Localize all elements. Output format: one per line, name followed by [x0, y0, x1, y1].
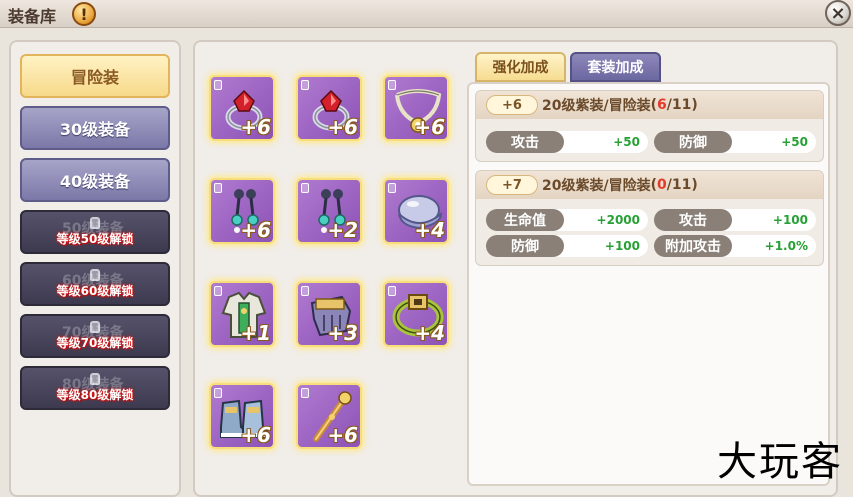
stat-name: 攻击	[486, 131, 564, 153]
equipment-slot[interactable]: +3	[296, 281, 362, 347]
stat-value: +50	[781, 135, 808, 149]
category-level-60-locked[interactable]: 60级装备 等级60级解锁	[20, 262, 170, 306]
bonus-count: 6	[657, 97, 667, 113]
tab-label: 强化加成	[492, 60, 549, 76]
bonus-plus: +6	[486, 95, 538, 115]
info-icon[interactable]: !	[72, 2, 96, 26]
category-label: 60级装备	[62, 273, 124, 289]
category-level-80-locked[interactable]: 80级装备 等级80级解锁	[20, 366, 170, 410]
stat-value: +2000	[596, 213, 640, 227]
equipment-slot[interactable]: +6	[209, 75, 275, 141]
bonus-header: +6 20级紫装/冒险装 ( 6 /11)	[476, 91, 823, 119]
equipment-slot[interactable]: +6	[383, 75, 449, 141]
category-label: 70级装备	[62, 325, 124, 341]
bonus-label: 20级紫装/冒险装	[542, 178, 651, 194]
stat-row: 附加攻击 +1.0%	[654, 235, 816, 257]
category-level-40[interactable]: 40级装备	[20, 158, 170, 202]
equipment-slot[interactable]: +2	[296, 178, 362, 244]
category-label: 冒险装	[70, 68, 119, 87]
category-adventure[interactable]: 冒险装	[20, 54, 170, 98]
bonus-count: 0	[657, 177, 667, 193]
category-level-50-locked[interactable]: 50级装备 等级50级解锁	[20, 210, 170, 254]
enhance-level: +1	[240, 321, 271, 345]
bonus-area: +6 20级紫装/冒险装 ( 6 /11) 攻击 +50 防御 +50 +7 2…	[467, 82, 830, 486]
bonus-header: +7 20级紫装/冒险装 ( 0 /11)	[476, 171, 823, 199]
enhance-level: +6	[240, 423, 271, 447]
bonus-count-total: /11)	[666, 177, 698, 193]
stat-row: 防御 +50	[654, 131, 816, 153]
equipment-slot[interactable]: +6	[209, 383, 275, 449]
stat-row: 攻击 +100	[654, 209, 816, 231]
stat-row: 防御 +100	[486, 235, 648, 257]
category-label: 50级装备	[62, 221, 124, 237]
enhance-level: +6	[240, 115, 271, 139]
enhance-level: +6	[240, 218, 271, 242]
stat-name: 攻击	[654, 209, 732, 231]
stat-value: +50	[613, 135, 640, 149]
stat-name: 防御	[486, 235, 564, 257]
equipment-slot[interactable]: +1	[209, 281, 275, 347]
enhance-level: +2	[327, 218, 358, 242]
equipment-slot[interactable]: +4	[383, 281, 449, 347]
enhance-level: +3	[327, 321, 358, 345]
stat-name: 生命值	[486, 209, 564, 231]
title-bar: 装备库 ! ×	[0, 0, 853, 28]
equipment-slot[interactable]: +6	[209, 178, 275, 244]
category-label: 80级装备	[62, 377, 124, 393]
stat-value: +1.0%	[764, 239, 808, 253]
stat-row: 生命值 +2000	[486, 209, 648, 231]
category-label: 40级装备	[59, 172, 131, 191]
category-level-30[interactable]: 30级装备	[20, 106, 170, 150]
stat-name: 防御	[654, 131, 732, 153]
bonus-card: +6 20级紫装/冒险装 ( 6 /11) 攻击 +50 防御 +50	[475, 90, 824, 162]
stat-name: 附加攻击	[654, 235, 732, 257]
stat-value: +100	[772, 213, 808, 227]
bonus-plus: +7	[486, 175, 538, 195]
window-title: 装备库	[8, 7, 57, 26]
enhance-level: +6	[327, 423, 358, 447]
enhance-level: +4	[414, 321, 445, 345]
watermark-text: 大玩客	[717, 439, 843, 485]
bonus-card: +7 20级紫装/冒险装 ( 0 /11) 生命值 +2000 攻击 +100 …	[475, 170, 824, 266]
bonus-count-total: /11)	[666, 97, 698, 113]
equipment-slot[interactable]: +6	[296, 383, 362, 449]
category-label: 30级装备	[59, 120, 131, 139]
bonus-label: 20级紫装/冒险装	[542, 98, 651, 114]
close-icon[interactable]: ×	[825, 0, 851, 26]
equipment-slot[interactable]: +4	[383, 178, 449, 244]
stat-value: +100	[604, 239, 640, 253]
tab-set-bonus[interactable]: 套装加成	[570, 52, 661, 82]
category-panel: 冒险装 30级装备 40级装备 50级装备 等级50级解锁 60级装备 等级60…	[9, 40, 181, 497]
enhance-level: +4	[414, 218, 445, 242]
enhance-level: +6	[414, 115, 445, 139]
enhance-level: +6	[327, 115, 358, 139]
equipment-slot[interactable]: +6	[296, 75, 362, 141]
tab-label: 套装加成	[587, 60, 644, 76]
stat-row: 攻击 +50	[486, 131, 648, 153]
category-level-70-locked[interactable]: 70级装备 等级70级解锁	[20, 314, 170, 358]
tab-enhance-bonus[interactable]: 强化加成	[475, 52, 566, 82]
